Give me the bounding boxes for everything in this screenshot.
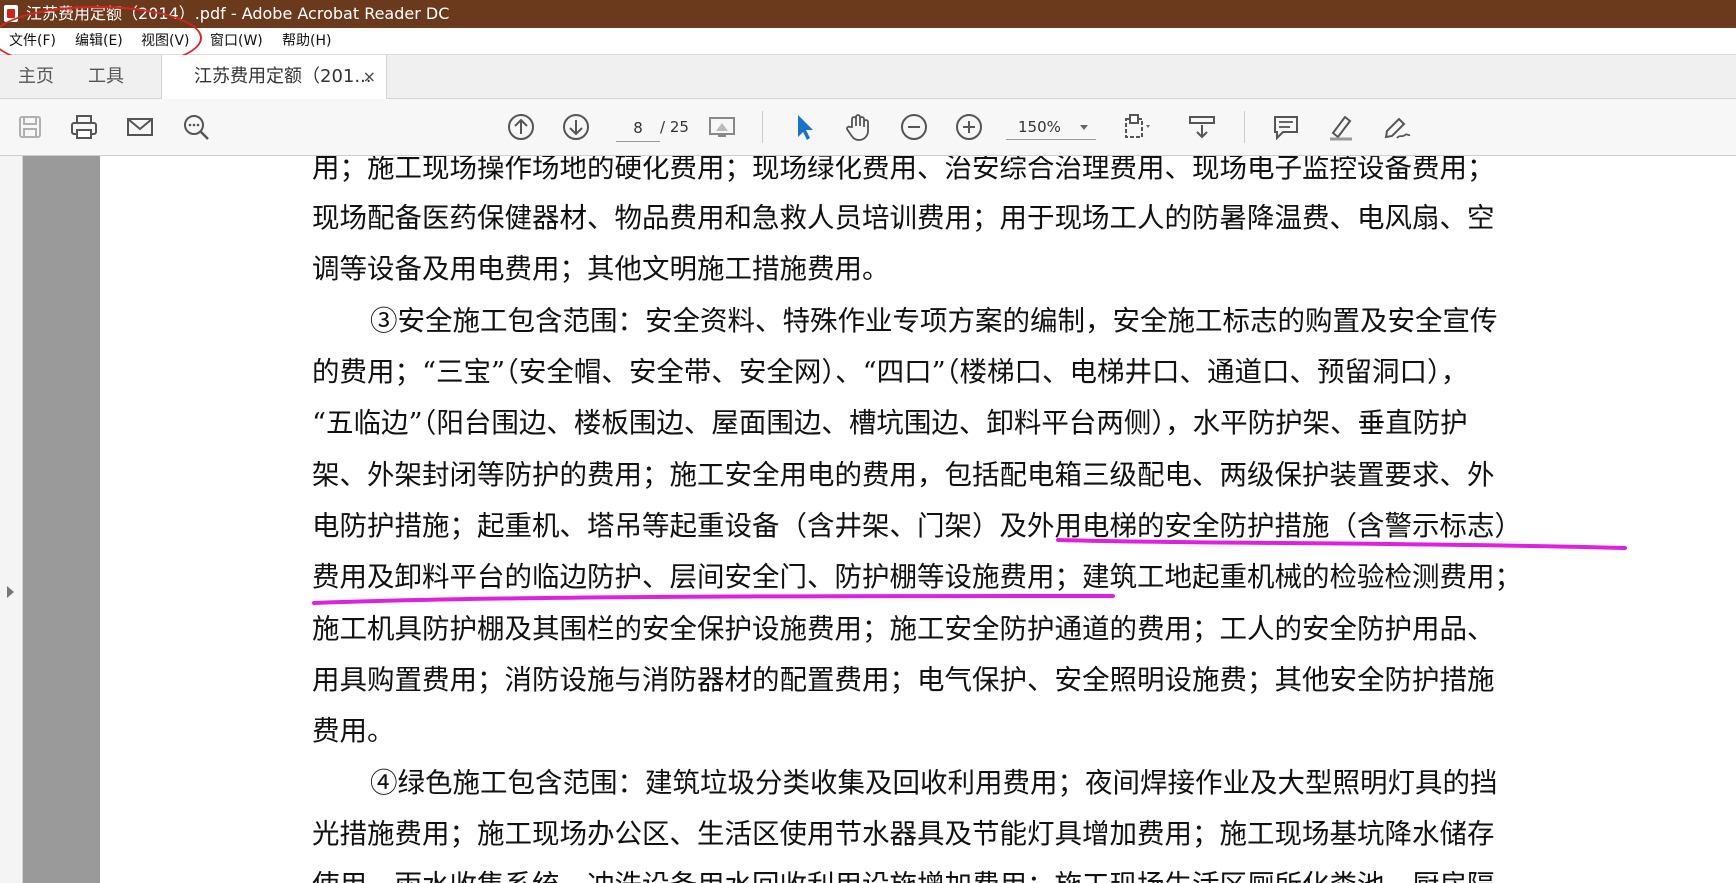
toolbar-separator xyxy=(762,111,763,143)
zoom-select[interactable]: 150% xyxy=(1006,115,1096,140)
hand-icon[interactable] xyxy=(842,111,874,143)
toolbar-separator xyxy=(1244,111,1245,143)
page-down-icon[interactable] xyxy=(560,111,592,143)
tab-bar: 主页 工具 江苏费用定额（201... × xyxy=(0,55,1736,99)
print-icon[interactable] xyxy=(68,111,100,143)
sign-icon[interactable] xyxy=(1381,111,1413,143)
menu-edit[interactable]: 编辑(E) xyxy=(75,28,123,54)
title-bar: 江苏费用定额（2014）.pdf - Adobe Acrobat Reader … xyxy=(0,0,1736,28)
select-pointer-icon[interactable] xyxy=(788,111,820,143)
text-line: 使用、雨水收集系统、冲洗设备用水回收利用设施增加费用；施工现场生活区厕所化粪池、… xyxy=(312,866,1495,883)
fit-page-icon[interactable] xyxy=(1120,111,1152,143)
text-line: 费用及卸料平台的临边防护、层间安全门、防护棚等设施费用；建筑工地起重机械的检验检… xyxy=(312,561,1522,593)
text-line: ④绿色施工包含范围：建筑垃圾分类收集及回收利用费用；夜间焊接作业及大型照明灯具的… xyxy=(370,767,1498,799)
menu-help[interactable]: 帮助(H) xyxy=(282,28,331,54)
chevron-down-icon xyxy=(1080,125,1088,130)
pdf-page[interactable]: 用；施工现场操作场地的硬化费用；现场绿化费用、治安综合治理费用、现场电子监控设备… xyxy=(100,156,1736,883)
text-line: 电防护措施；起重机、塔吊等起重设备（含井架、门架）及外用电梯的安全防护措施（含警… xyxy=(312,510,1522,542)
menu-bar: 文件(F) 编辑(E) 视图(V) 窗口(W) 帮助(H) xyxy=(0,28,1736,55)
page-display-icon[interactable] xyxy=(706,111,738,143)
tab-home[interactable]: 主页 xyxy=(18,55,54,98)
comment-icon[interactable] xyxy=(1270,111,1302,143)
search-zoom-icon[interactable] xyxy=(180,111,212,143)
text-line: ③安全施工包含范围：安全资料、特殊作业专项方案的编制，安全施工标志的购置及安全宣… xyxy=(370,305,1498,337)
zoom-out-icon[interactable] xyxy=(898,111,930,143)
window-title: 江苏费用定额（2014）.pdf - Adobe Acrobat Reader … xyxy=(26,4,450,23)
scroll-mode-icon[interactable] xyxy=(1186,111,1218,143)
zoom-in-icon[interactable] xyxy=(953,111,985,143)
zoom-value: 150% xyxy=(1018,118,1061,136)
text-line: 用；施工现场操作场地的硬化费用；现场绿化费用、治安综合治理费用、现场电子监控设备… xyxy=(312,156,1495,184)
page-up-icon[interactable] xyxy=(505,111,537,143)
text-line: “五临边”（阳台围边、楼板围边、屋面围边、槽坑围边、卸料平台两侧），水平防护架、… xyxy=(312,407,1468,439)
menu-window[interactable]: 窗口(W) xyxy=(210,28,263,54)
menu-view[interactable]: 视图(V) xyxy=(141,28,190,54)
expand-arrow-icon xyxy=(7,586,14,598)
page-total: / 25 xyxy=(660,118,689,136)
text-line: 调等设备及用电费用；其他文明施工措施费用。 xyxy=(312,253,890,285)
email-icon[interactable] xyxy=(124,111,156,143)
menu-file[interactable]: 文件(F) xyxy=(9,28,56,54)
text-line: 光措施费用；施工现场办公区、生活区使用节水器具及节能灯具增加费用；施工现场基坑降… xyxy=(312,818,1495,850)
text-line: 现场配备医药保健器材、物品费用和急救人员培训费用；用于现场工人的防暑降温费、电风… xyxy=(312,202,1495,234)
text-line: 施工机具防护棚及其围栏的安全保护设施费用；施工安全防护通道的费用；工人的安全防护… xyxy=(312,613,1495,645)
navigation-pane-toggle[interactable] xyxy=(0,156,23,883)
text-line: 的费用；“三宝”（安全帽、安全带、安全网）、“四口”（楼梯口、电梯井口、通道口、… xyxy=(312,356,1469,388)
close-icon[interactable]: × xyxy=(363,55,376,98)
tab-document[interactable]: 江苏费用定额（201... × xyxy=(161,55,387,99)
toolbar: / 25 150% xyxy=(0,99,1736,156)
document-background xyxy=(23,156,100,883)
page-number-input[interactable] xyxy=(616,115,660,142)
tab-document-label: 江苏费用定额（201... xyxy=(194,66,372,87)
tab-tools[interactable]: 工具 xyxy=(88,55,124,98)
text-line: 费用。 xyxy=(312,715,395,747)
text-line: 架、外架封闭等防护的费用；施工安全用电的费用，包括配电箱三级配电、两级保护装置要… xyxy=(312,459,1495,491)
highlight-icon[interactable] xyxy=(1325,111,1357,143)
text-line: 用具购置费用；消防设施与消防器材的配置费用；电气保护、安全照明设施费；其他安全防… xyxy=(312,664,1495,696)
acrobat-app-icon xyxy=(4,5,18,22)
save-icon[interactable] xyxy=(14,111,46,143)
